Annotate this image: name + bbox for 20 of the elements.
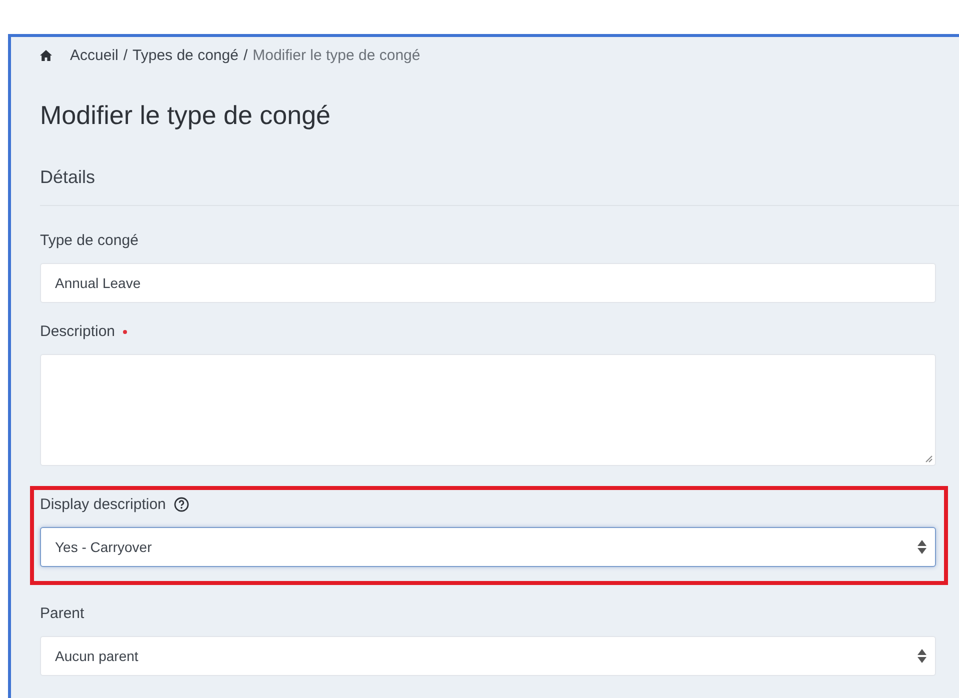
- page-title: Modifier le type de congé: [40, 100, 332, 131]
- help-icon[interactable]: [174, 497, 189, 512]
- field-label: Parent: [40, 605, 84, 622]
- breadcrumb-link[interactable]: Types de congé: [132, 47, 238, 64]
- breadcrumb-link[interactable]: Modifier le type de congé: [252, 47, 420, 64]
- select-field[interactable]: Yes - Carryover: [40, 527, 936, 567]
- select-arrows-icon: [917, 649, 927, 663]
- breadcrumb-separator: /: [123, 47, 128, 64]
- textarea-field[interactable]: [40, 354, 936, 466]
- field-label: Display description: [40, 496, 166, 513]
- select-field[interactable]: Aucun parent: [40, 636, 936, 676]
- field-label: Description: [40, 323, 116, 340]
- select-arrows-icon: [917, 540, 927, 554]
- input-field[interactable]: Annual Leave: [40, 263, 936, 303]
- breadcrumb-link[interactable]: Accueil: [70, 47, 118, 64]
- resize-grip-icon[interactable]: [925, 455, 933, 463]
- breadcrumb-separator: /: [243, 47, 248, 64]
- field-label: Type de congé: [40, 232, 138, 249]
- home-icon[interactable]: [40, 50, 52, 61]
- section-title: Détails: [40, 167, 96, 188]
